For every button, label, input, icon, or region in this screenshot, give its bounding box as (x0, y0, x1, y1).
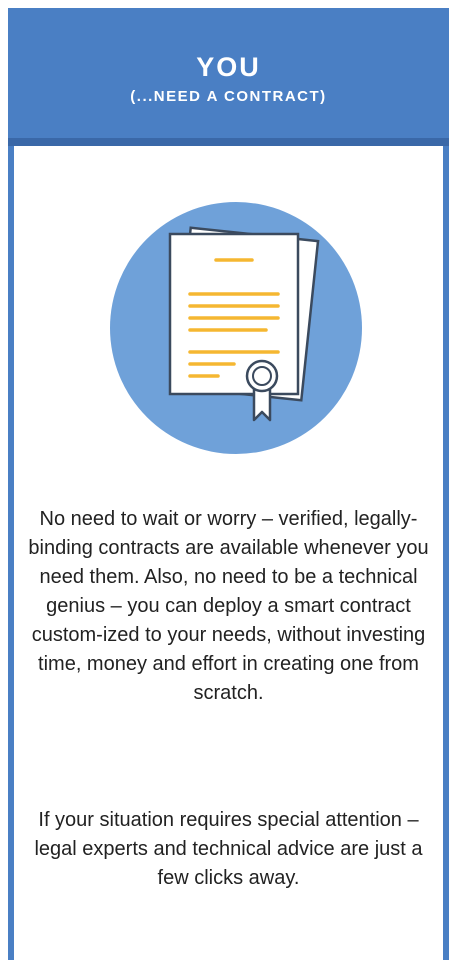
card-subtitle: (...NEED A CONTRACT) (130, 88, 327, 105)
card-header: YOU (...NEED A CONTRACT) (8, 8, 449, 146)
description-paragraph: No need to wait or worry – verified, leg… (28, 508, 429, 704)
card-title: YOU (196, 52, 261, 82)
support-paragraph: If your situation requires special atten… (34, 809, 423, 889)
contract-document-icon (110, 202, 362, 454)
front-paper (168, 232, 300, 396)
info-card: YOU (...NEED A CONTRACT) No need to wait… (8, 8, 449, 960)
